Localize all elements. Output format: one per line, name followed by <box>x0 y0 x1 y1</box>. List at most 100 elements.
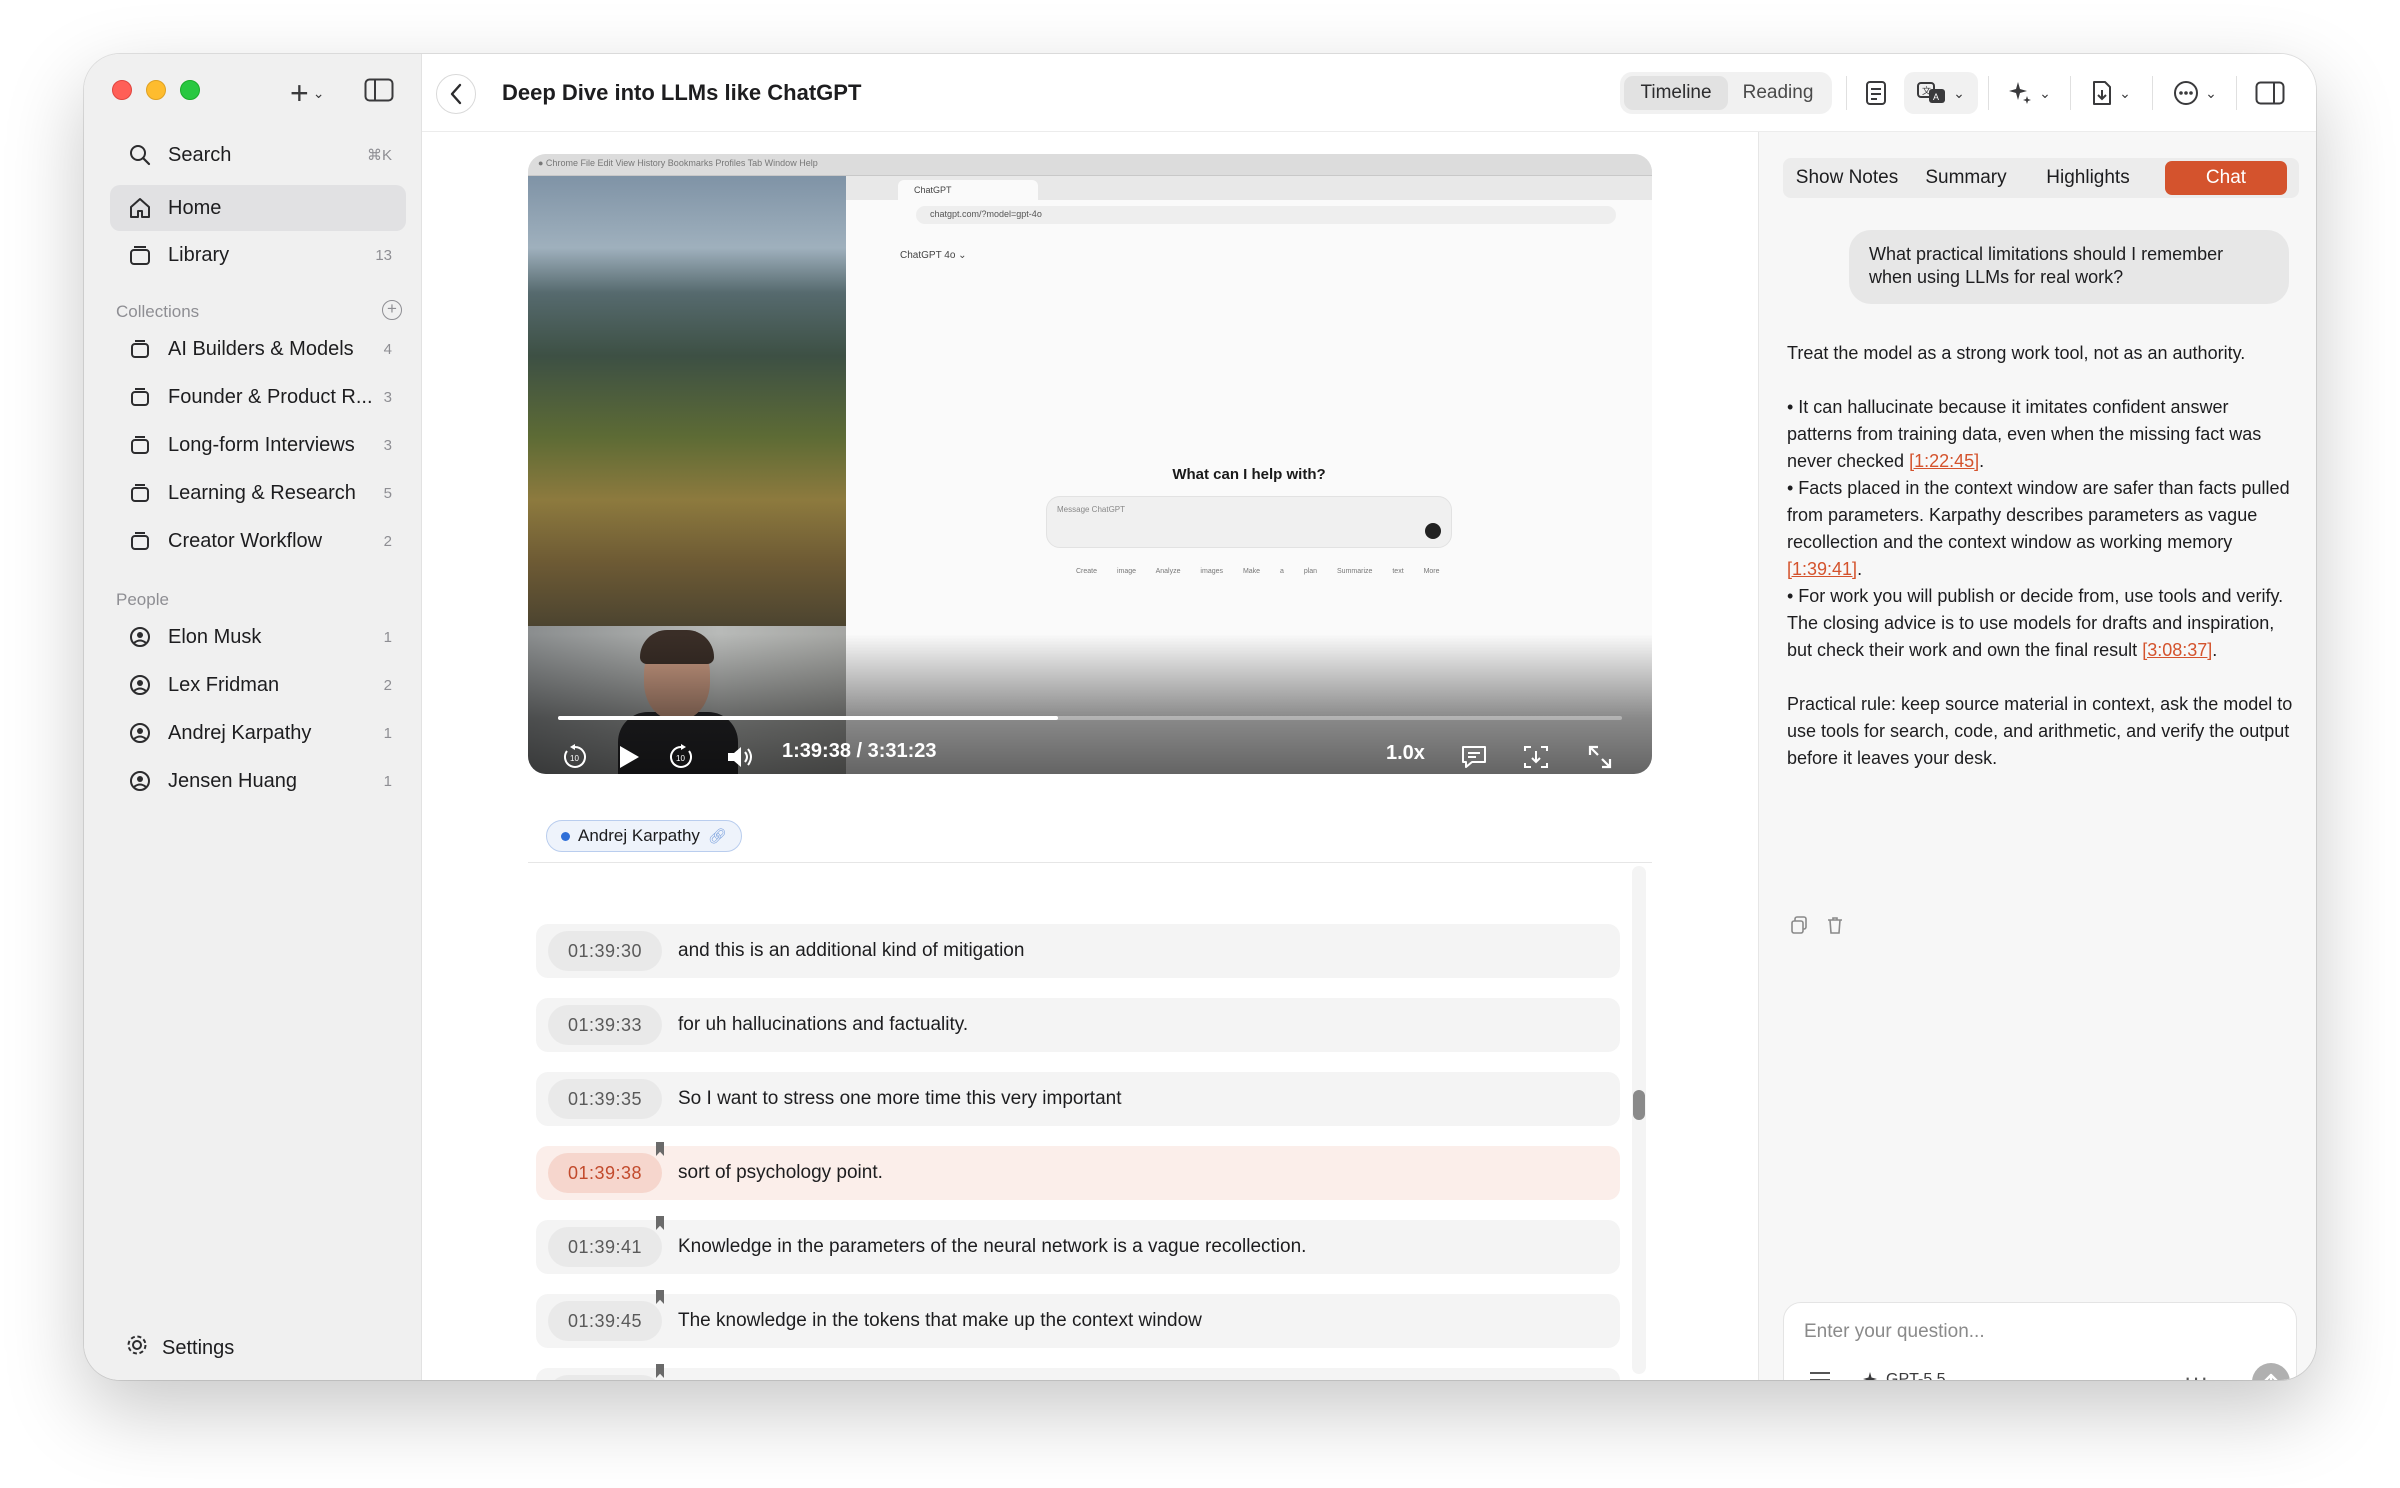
sidebar-item-library[interactable]: Library 13 <box>110 232 406 278</box>
tab-summary[interactable]: Summary <box>1911 161 2021 195</box>
svg-text:10: 10 <box>676 754 685 763</box>
sidebar-item-home[interactable]: Home <box>110 185 406 231</box>
transcript-scroll-thumb[interactable] <box>1633 1090 1645 1120</box>
back-button[interactable] <box>436 74 476 114</box>
sidebar-item-person[interactable]: Elon Musk 1 <box>110 614 406 660</box>
sidebar-item-person[interactable]: Jensen Huang 1 <box>110 758 406 804</box>
transcript-line[interactable]: 01:39:30 and this is an additional kind o… <box>536 924 1620 978</box>
person-icon <box>128 721 152 745</box>
toggle-panel-button[interactable] <box>2250 72 2290 114</box>
send-button[interactable] <box>2252 1363 2290 1380</box>
timestamp-pill[interactable]: 01:39:38 <box>548 1153 662 1193</box>
model-label: GPT-5.5 <box>1886 1371 1946 1380</box>
sidebar-item-collection[interactable]: Founder & Product R... 3 <box>110 374 406 420</box>
transcript-line[interactable]: 01:39:33 for uh hallucinations and factua… <box>536 998 1620 1052</box>
new-item-button[interactable]: + ⌄ <box>290 77 324 109</box>
transcript-text: The knowledge in the tokens that make up… <box>678 1310 1202 1331</box>
transcript-line[interactable]: 01:39:38 sort of psychology point. <box>536 1142 1620 1200</box>
video-progress-bar[interactable] <box>558 716 1622 720</box>
copy-icon <box>1791 916 1807 934</box>
timestamp-citation[interactable]: [1:39:41] <box>1787 559 1857 579</box>
forward-10-button[interactable]: 10 <box>666 742 696 772</box>
play-button[interactable] <box>614 742 644 772</box>
ai-button[interactable]: ⌄ <box>1998 72 2060 114</box>
toolbar-divider <box>2152 76 2153 110</box>
zoom-window-button[interactable] <box>180 80 200 100</box>
chat-composer: Enter your question... GPT-5.5 ⌄ ··· <box>1783 1302 2297 1380</box>
collection-icon <box>128 529 152 553</box>
translate-button[interactable]: 文A ⌄ <box>1904 72 1978 114</box>
format-button[interactable] <box>1808 1369 1832 1380</box>
timestamp-citation[interactable]: [1:22:45] <box>1909 451 1979 471</box>
sidebar-item-search[interactable]: Search ⌘K <box>110 132 406 178</box>
sidebar-toolbar: + ⌄ <box>290 76 394 110</box>
captions-button[interactable] <box>1458 742 1490 772</box>
tab-show-notes[interactable]: Show Notes <box>1783 161 1911 195</box>
playback-speed-button[interactable]: 1.0x <box>1386 742 1425 765</box>
answer-bullet-text: • Facts placed in the context window are… <box>1787 478 2290 552</box>
sidebar-item-collection[interactable]: Long-form Interviews 3 <box>110 422 406 468</box>
close-window-button[interactable] <box>112 80 132 100</box>
transcript-line[interactable]: 01:39:41 Knowledge in the parameters of t… <box>536 1216 1620 1274</box>
delete-button[interactable] <box>1827 916 1843 939</box>
export-button[interactable]: ⌄ <box>2080 72 2142 114</box>
fullscreen-button[interactable] <box>1584 742 1616 772</box>
timestamp-citation[interactable]: [3:08:37] <box>2142 640 2212 660</box>
document-icon <box>1866 81 1886 105</box>
more-button[interactable]: ⌄ <box>2164 72 2226 114</box>
toolbar-divider <box>1988 76 1989 110</box>
tab-highlights[interactable]: Highlights <box>2021 161 2155 195</box>
tab-reading[interactable]: Reading <box>1728 76 1828 110</box>
rewind-10-button[interactable]: 10 <box>560 742 590 772</box>
video-frame-address: chatgpt.com/?model=gpt-4o <box>916 206 1616 224</box>
toolbar-divider <box>2236 76 2237 110</box>
add-collection-button[interactable]: + <box>382 300 402 320</box>
sidebar-item-collection[interactable]: AI Builders & Models 4 <box>110 326 406 372</box>
notes-button[interactable] <box>1858 72 1894 114</box>
transcript-scrollbar[interactable] <box>1632 866 1646 1374</box>
sidebar-item-label: Home <box>168 196 222 219</box>
more-options-button[interactable]: ··· <box>2184 1365 2209 1380</box>
sidebar-item-label: Founder & Product R... <box>168 385 373 408</box>
timestamp-pill[interactable]: 01:39:45 <box>548 1301 662 1341</box>
transcript-line[interactable]: 01:39:49is the working memory. <box>536 1364 1620 1380</box>
video-player[interactable]: ● Chrome File Edit View History Bookmark… <box>528 154 1652 774</box>
timestamp-pill[interactable]: 01:39:41 <box>548 1227 662 1267</box>
video-frame-tab: ChatGPT <box>898 180 1038 200</box>
chat-input[interactable]: Enter your question... <box>1804 1321 1985 1343</box>
person-count: 1 <box>383 628 392 646</box>
sidebar-item-collection[interactable]: Learning & Research 5 <box>110 470 406 516</box>
timestamp-pill[interactable]: 01:39:33 <box>548 1005 662 1045</box>
chevron-down-icon: ⌄ <box>2119 84 2131 101</box>
volume-button[interactable] <box>724 742 758 772</box>
sidebar-item-person[interactable]: Lex Fridman 2 <box>110 662 406 708</box>
settings-button[interactable]: Settings <box>126 1334 234 1362</box>
transcript-line[interactable]: 01:39:35 So I want to stress one more tim… <box>536 1072 1620 1126</box>
timestamp-pill[interactable]: 01:39:30 <box>548 931 662 971</box>
transcript-line[interactable]: 01:39:45 The knowledge in the tokens that… <box>536 1290 1620 1348</box>
sidebar-item-collection[interactable]: Creator Workflow 2 <box>110 518 406 564</box>
minimize-window-button[interactable] <box>146 80 166 100</box>
sidebar: + ⌄ Search ⌘K Home Library 13 Collection… <box>84 54 422 1380</box>
tab-chat[interactable]: Chat <box>2165 161 2287 195</box>
chevron-down-icon: ⌄ <box>1953 84 1965 101</box>
sidebar-item-person[interactable]: Andrej Karpathy 1 <box>110 710 406 756</box>
person-count: 1 <box>383 772 392 790</box>
speaker-chip[interactable]: Andrej Karpathy 🔗︎ <box>546 820 742 852</box>
timestamp-pill[interactable]: 01:39:49 <box>548 1375 662 1380</box>
copy-button[interactable] <box>1791 916 1807 939</box>
video-time: 1:39:38 / 3:31:23 <box>782 740 937 762</box>
search-icon <box>128 143 152 167</box>
translate-icon: 文A <box>1917 82 1946 103</box>
timestamp-pill[interactable]: 01:39:35 <box>548 1079 662 1119</box>
toggle-sidebar-button[interactable] <box>364 76 394 110</box>
picture-in-picture-button[interactable] <box>1520 742 1552 772</box>
sparkle-icon <box>2009 82 2032 104</box>
model-selector[interactable]: GPT-5.5 ⌄ <box>1862 1371 1962 1380</box>
video-frame-landscape <box>528 176 846 626</box>
answer-actions <box>1791 916 1843 939</box>
bookmark-icon <box>656 1142 664 1156</box>
collection-icon <box>128 481 152 505</box>
tab-timeline[interactable]: Timeline <box>1624 76 1728 110</box>
collection-icon <box>128 337 152 361</box>
